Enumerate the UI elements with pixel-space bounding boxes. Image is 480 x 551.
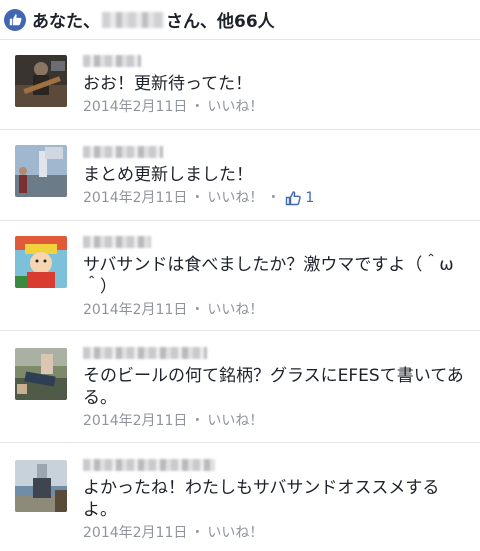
comment-like-link[interactable]: いいね！ <box>207 411 263 431</box>
separator: ・ <box>266 190 281 206</box>
comment-text: よかったね！わたしもサバサンドオススメするよ。 <box>83 478 440 520</box>
comment-date: 2014年2月11日 <box>83 413 188 429</box>
comment-meta: 2014年2月11日 ・ いいね！ <box>83 411 470 431</box>
blurred-author[interactable] <box>83 347 207 359</box>
comment-meta: 2014年2月11日 ・ いいね！ <box>83 97 470 117</box>
comment-like-link[interactable]: いいね！ <box>207 188 263 208</box>
avatar[interactable] <box>15 460 67 512</box>
likes-prefix: あなた、 <box>32 12 100 32</box>
separator: ・ <box>190 190 205 206</box>
likes-summary[interactable]: あなた、 さん、他66人 <box>0 0 480 40</box>
comment-meta: 2014年2月11日 ・ いいね！ <box>83 300 470 320</box>
avatar[interactable] <box>15 236 67 288</box>
avatar[interactable] <box>15 348 67 400</box>
blurred-author[interactable] <box>83 459 215 471</box>
separator: ・ <box>190 99 205 115</box>
blurred-author[interactable] <box>83 55 141 67</box>
comment-text: まとめ更新しました！ <box>83 165 253 185</box>
comment-item: サバサンドは食べましたか？激ウマですよ（＾ω＾） 2014年2月11日 ・ いい… <box>0 221 480 331</box>
comment-date: 2014年2月11日 <box>83 302 188 318</box>
like-count: 1 <box>305 190 315 206</box>
comment-meta: 2014年2月11日 ・ いいね！ ・ 1 <box>83 188 470 208</box>
separator: ・ <box>190 413 205 429</box>
separator: ・ <box>190 302 205 318</box>
comment-date: 2014年2月11日 <box>83 525 188 541</box>
avatar[interactable] <box>15 55 67 107</box>
comment-like-link[interactable]: いいね！ <box>207 300 263 320</box>
likes-suffix: さん、他66人 <box>166 12 275 32</box>
thumbs-up-icon <box>4 8 26 31</box>
avatar[interactable] <box>15 145 67 197</box>
blurred-author[interactable] <box>83 236 151 248</box>
separator: ・ <box>190 525 205 541</box>
comment-date: 2014年2月11日 <box>83 99 188 115</box>
blurred-name <box>102 11 164 28</box>
comment-date: 2014年2月11日 <box>83 190 188 206</box>
comment-text: おお！更新待ってた！ <box>83 74 253 94</box>
comment-text: サバサンドは食べましたか？激ウマですよ（＾ω＾） <box>83 255 454 297</box>
comment-item: そのビールの何て銘柄？グラスにEFESて書いてある。 2014年2月11日 ・ … <box>0 331 480 443</box>
blurred-author[interactable] <box>83 146 163 158</box>
comment-item: おお！更新待ってた！ 2014年2月11日 ・ いいね！ <box>0 40 480 130</box>
comment-like-link[interactable]: いいね！ <box>207 97 263 117</box>
comment-item: まとめ更新しました！ 2014年2月11日 ・ いいね！ ・ 1 <box>0 130 480 221</box>
comment-meta: 2014年2月11日 ・ いいね！ <box>83 523 470 543</box>
thumbs-up-outline-icon[interactable] <box>285 190 302 206</box>
comment-item: よかったね！わたしもサバサンドオススメするよ。 2014年2月11日 ・ いいね… <box>0 443 480 551</box>
likes-summary-text: あなた、 さん、他66人 <box>32 7 275 32</box>
comments-page: あなた、 さん、他66人 おお！更新待ってた！ 2014年2月11日 ・ いいね… <box>0 0 480 551</box>
comment-text: そのビールの何て銘柄？グラスにEFESて書いてある。 <box>83 366 464 408</box>
comment-like-link[interactable]: いいね！ <box>207 523 263 543</box>
